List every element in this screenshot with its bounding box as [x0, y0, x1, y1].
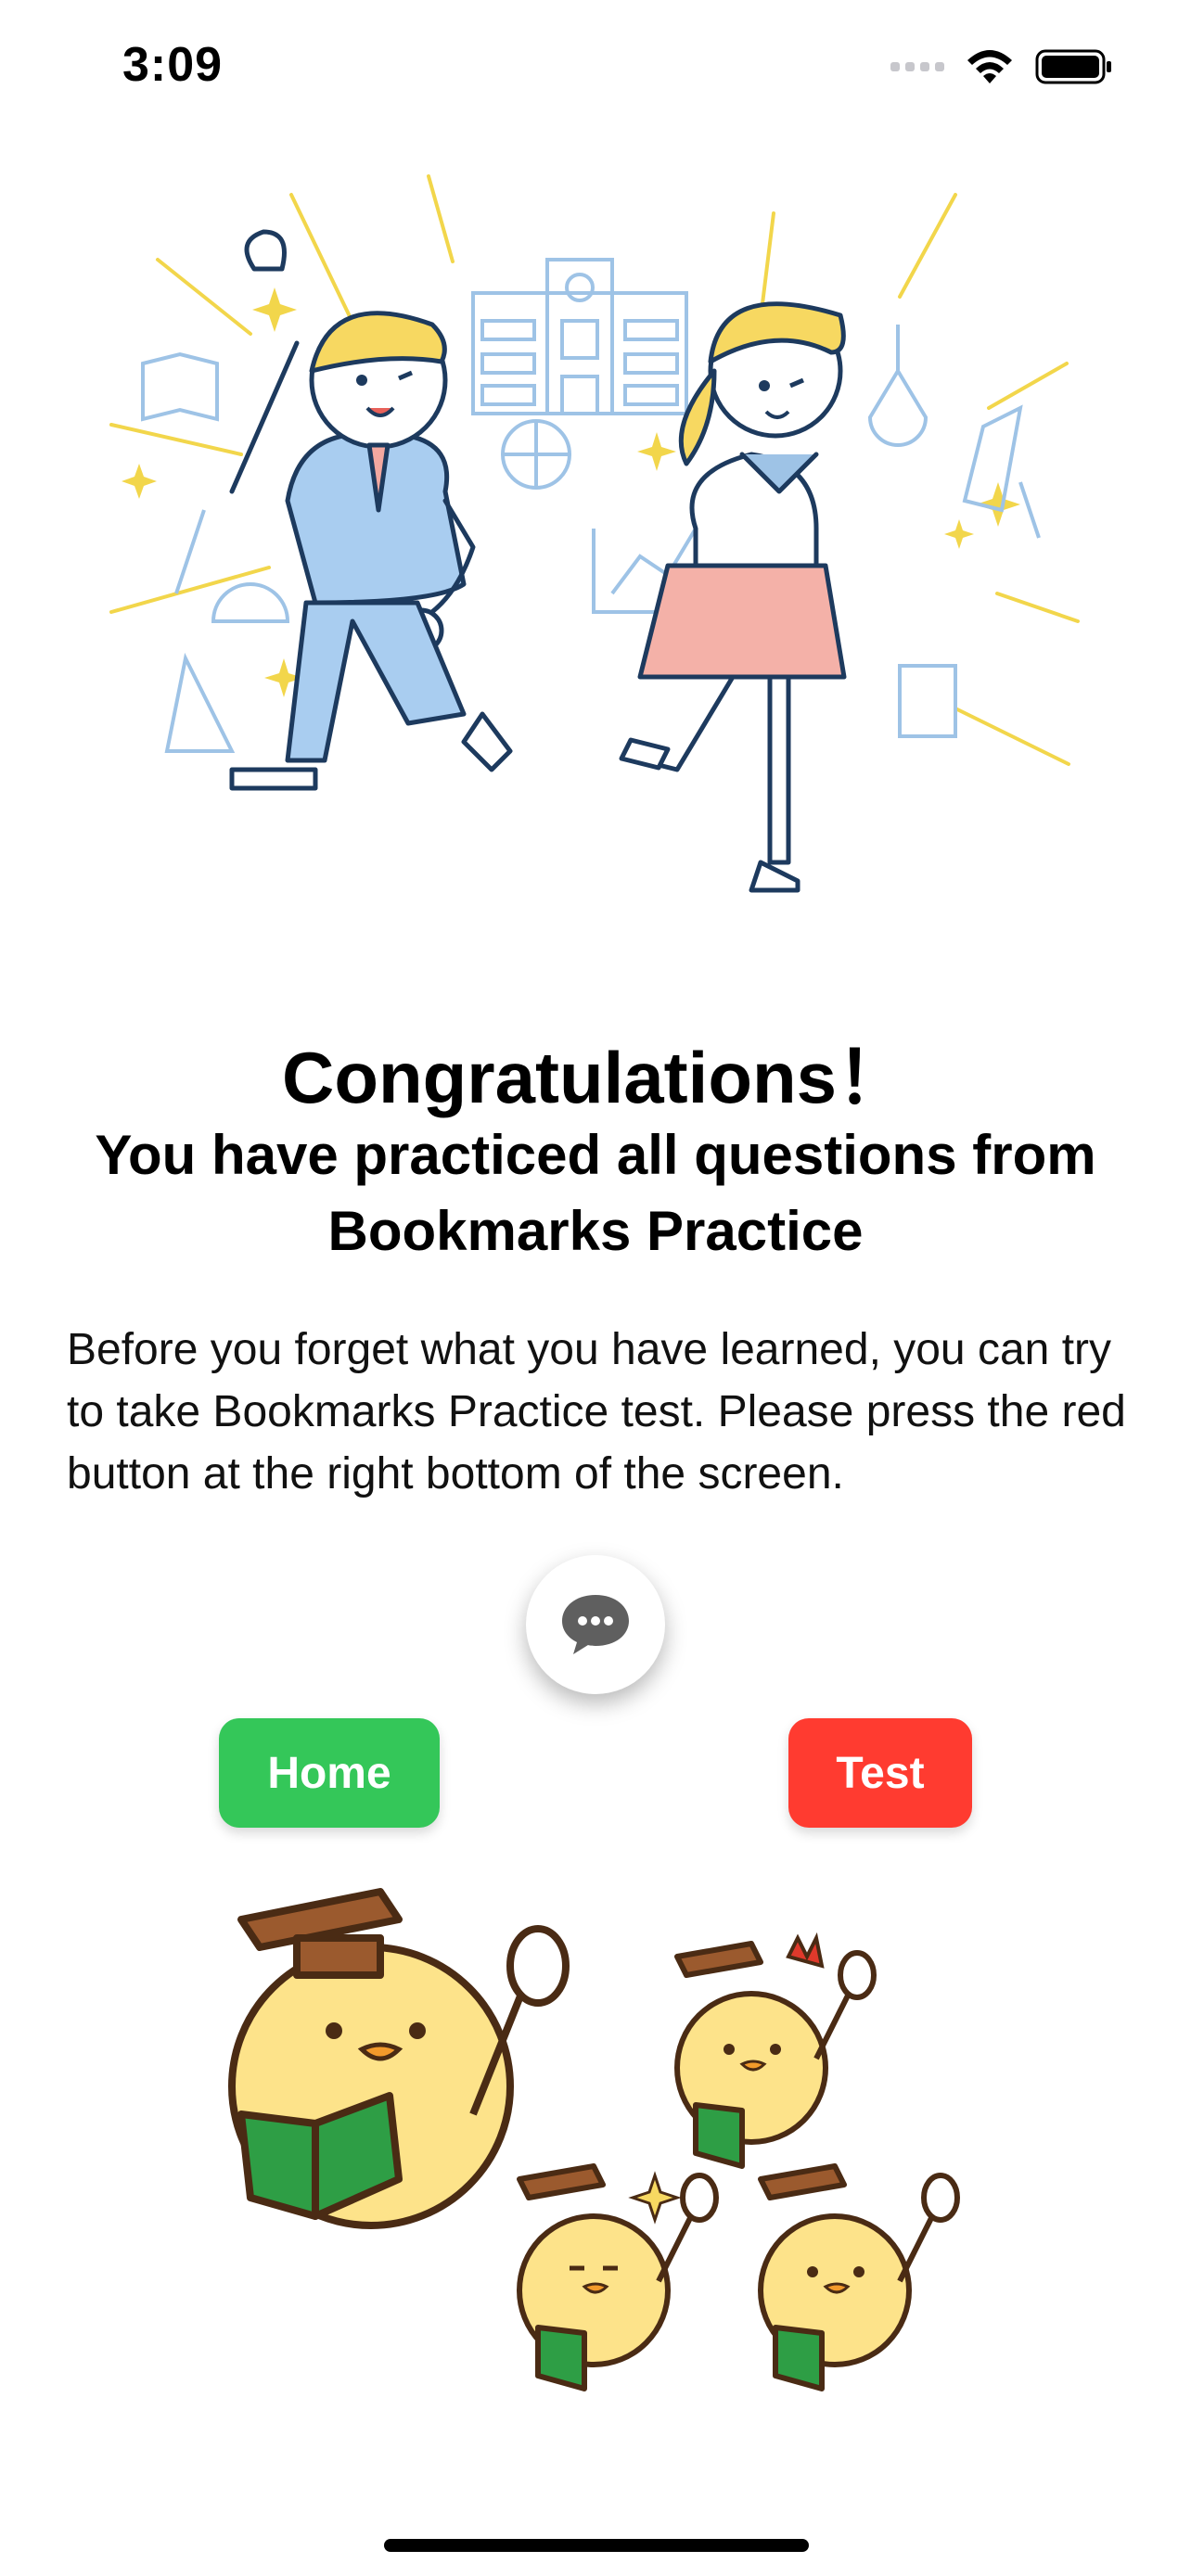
- home-indicator[interactable]: [384, 2539, 809, 2552]
- battery-icon: [1035, 49, 1111, 84]
- wifi-icon: [967, 50, 1012, 83]
- instruction-text: Before you forget what you have learned,…: [67, 1325, 1126, 1498]
- status-bar: 3:09: [0, 0, 1191, 139]
- test-button[interactable]: Test: [788, 1718, 972, 1828]
- cellular-signal-icon: [890, 62, 944, 71]
- celebrating-students-illustration: [109, 174, 1080, 893]
- status-icons: [890, 48, 1113, 85]
- chat-bubble-icon: [562, 1595, 629, 1654]
- graduate-chicks-illustration: [228, 1888, 960, 2391]
- congratulations-title: Congratulations！: [282, 1037, 909, 1118]
- completion-subtitle: You have practiced all questions from Bo…: [95, 1124, 1096, 1262]
- chat-button[interactable]: [526, 1555, 665, 1694]
- home-button[interactable]: Home: [219, 1718, 440, 1828]
- status-time: 3:09: [122, 38, 224, 92]
